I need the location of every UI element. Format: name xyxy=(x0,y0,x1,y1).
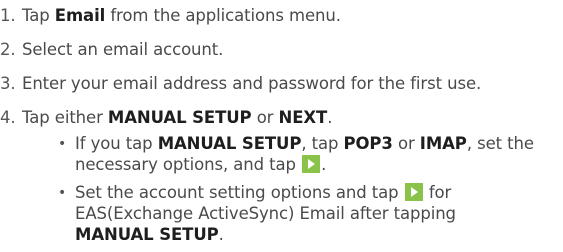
step-number: 3. xyxy=(0,74,16,93)
step-number: 1. xyxy=(0,6,16,25)
bullet-icon: • xyxy=(58,136,67,152)
step-text: Enter your email address and password fo… xyxy=(22,74,482,93)
sub-item-1-line-2: necessary options, and tap . xyxy=(75,155,327,174)
sub-item-2-line-1: Set the account setting options and tap … xyxy=(75,183,452,202)
sub-item-2-line-3: MANUAL SETUP. xyxy=(75,225,224,244)
step-text: Tap either MANUAL SETUP or NEXT. xyxy=(22,108,333,127)
play-arrow-icon xyxy=(404,183,423,201)
next-label: NEXT xyxy=(278,108,328,127)
manual-setup-label: MANUAL SETUP xyxy=(75,225,219,244)
bullet-icon: • xyxy=(58,185,67,201)
step-text: Select an email account. xyxy=(22,40,224,59)
sub-item-2-line-2: EAS(Exchange ActiveSync) Email after tap… xyxy=(75,204,456,223)
step-text: Tap Email from the applications menu. xyxy=(22,6,341,25)
manual-setup-label: MANUAL SETUP xyxy=(157,134,302,153)
sub-item-1-line-1: If you tap MANUAL SETUP, tap POP3 or IMA… xyxy=(75,134,534,153)
step-number: 2. xyxy=(0,40,16,59)
play-arrow-icon xyxy=(302,155,321,173)
email-app-label: Email xyxy=(54,6,106,25)
step-number: 4. xyxy=(0,108,16,127)
manual-setup-label: MANUAL SETUP xyxy=(107,108,252,127)
imap-label: IMAP xyxy=(419,134,467,153)
pop3-label: POP3 xyxy=(343,134,393,153)
